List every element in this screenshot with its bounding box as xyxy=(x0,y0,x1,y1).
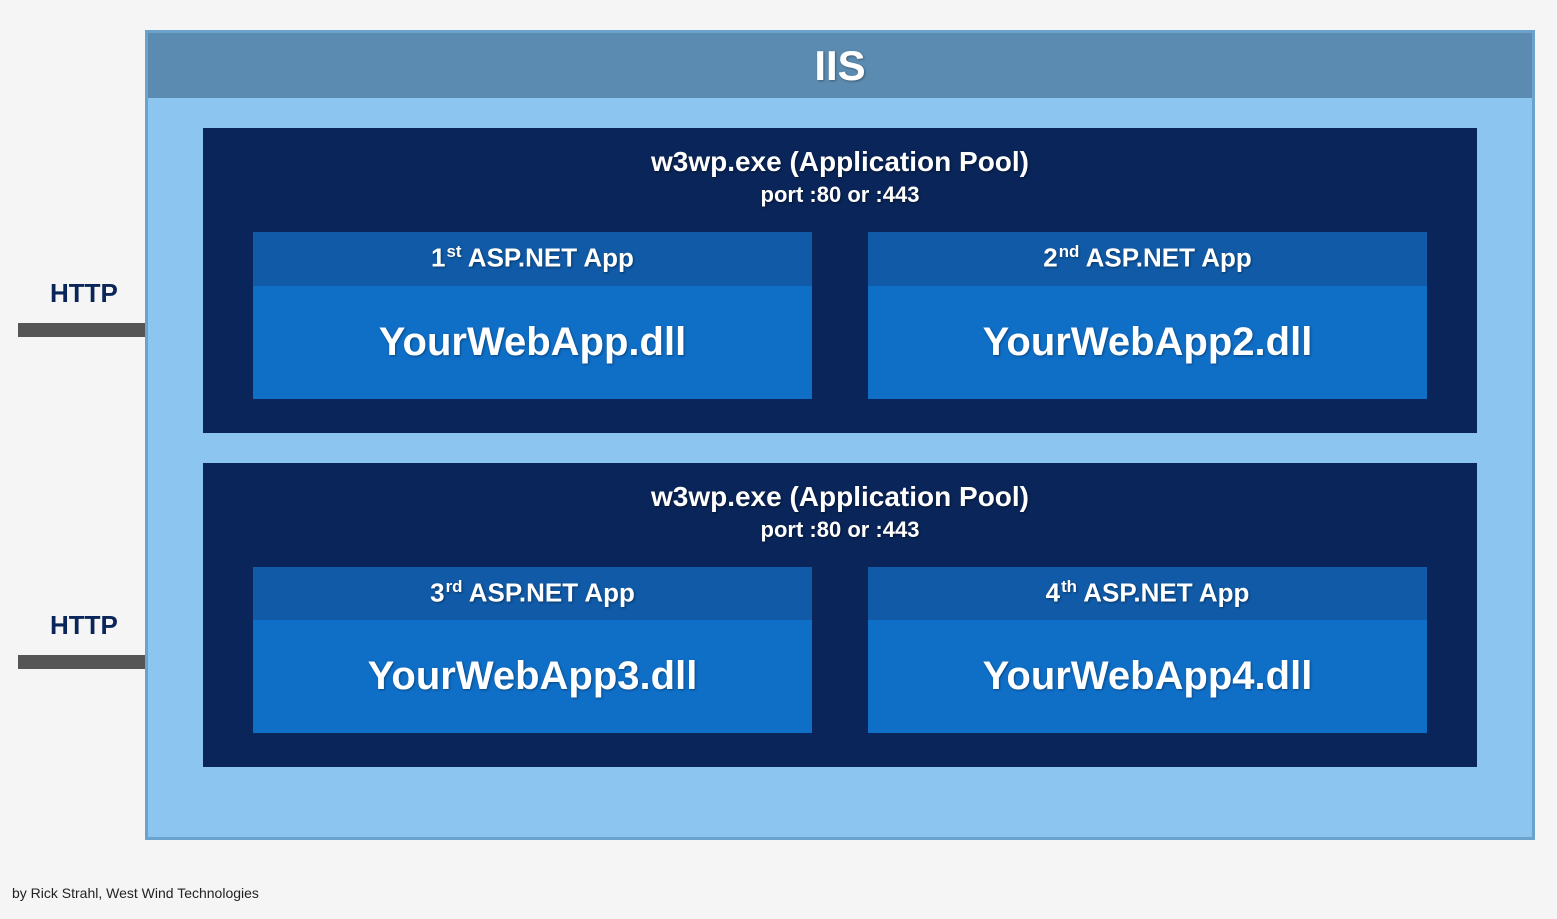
app-4-header: 4th ASP.NET App xyxy=(868,567,1427,621)
http-label-2: HTTP xyxy=(50,610,118,641)
pool-1-subtitle: port :80 or :443 xyxy=(253,182,1427,208)
pool-2-title: w3wp.exe (Application Pool) xyxy=(253,481,1427,513)
app-3-dll: YourWebApp3.dll xyxy=(253,620,812,733)
credit-text: by Rick Strahl, West Wind Technologies xyxy=(12,885,259,901)
app-3-header: 3rd ASP.NET App xyxy=(253,567,812,621)
app-2-dll: YourWebApp2.dll xyxy=(868,286,1427,399)
app-2: 2nd ASP.NET App YourWebApp2.dll xyxy=(868,232,1427,399)
app-1-header: 1st ASP.NET App xyxy=(253,232,812,286)
http-label-1: HTTP xyxy=(50,278,118,309)
app-pool-1: w3wp.exe (Application Pool) port :80 or … xyxy=(203,128,1477,433)
pool-1-title: w3wp.exe (Application Pool) xyxy=(253,146,1427,178)
app-4-dll: YourWebApp4.dll xyxy=(868,620,1427,733)
app-4: 4th ASP.NET App YourWebApp4.dll xyxy=(868,567,1427,734)
app-3: 3rd ASP.NET App YourWebApp3.dll xyxy=(253,567,812,734)
pools-wrapper: w3wp.exe (Application Pool) port :80 or … xyxy=(148,98,1532,787)
app-1-dll: YourWebApp.dll xyxy=(253,286,812,399)
iis-container: IIS w3wp.exe (Application Pool) port :80… xyxy=(145,30,1535,840)
iis-title: IIS xyxy=(148,33,1532,98)
app-2-header: 2nd ASP.NET App xyxy=(868,232,1427,286)
pool-2-subtitle: port :80 or :443 xyxy=(253,517,1427,543)
app-1: 1st ASP.NET App YourWebApp.dll xyxy=(253,232,812,399)
app-pool-2: w3wp.exe (Application Pool) port :80 or … xyxy=(203,463,1477,768)
